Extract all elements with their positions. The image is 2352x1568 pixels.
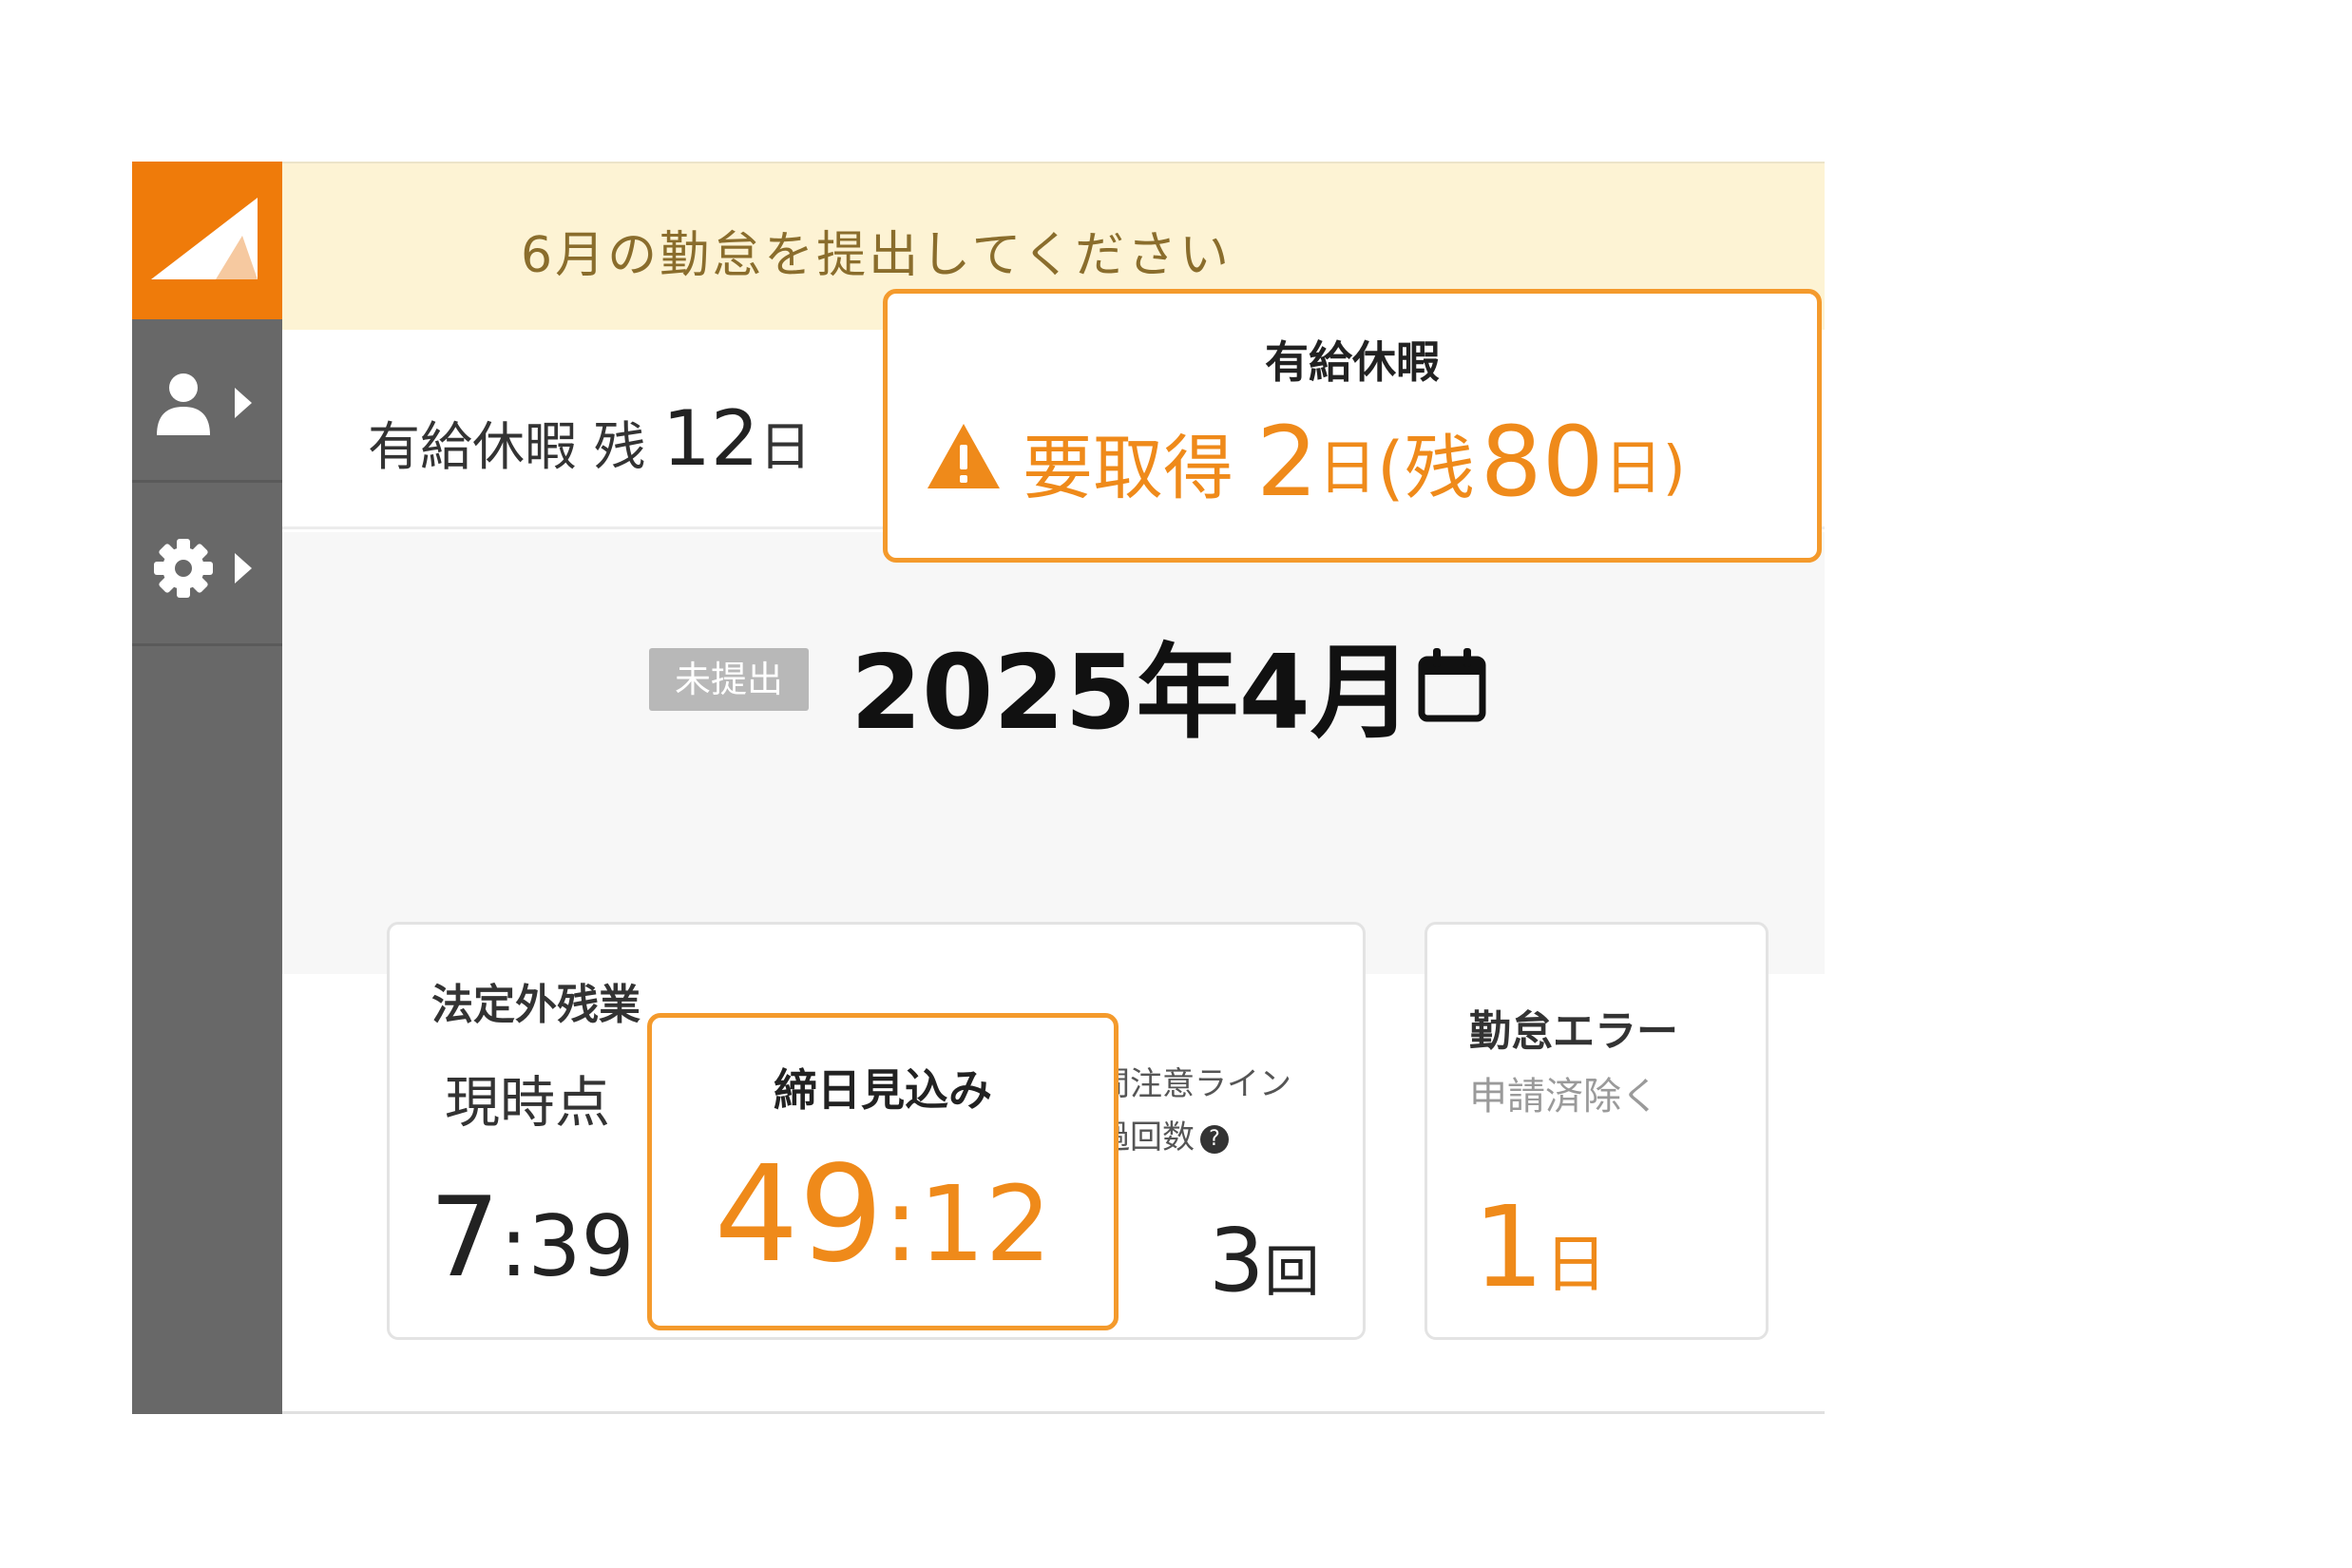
divider [282,1411,1825,1414]
caution-count-unit: 回 [1264,1239,1320,1304]
warning-icon [927,423,1000,488]
paid-leave-callout-content: 要取得 2日(残80日) [926,406,1686,519]
remaining-days: 80 [1480,406,1604,519]
caution-count-value: 3 [1209,1210,1265,1311]
attendance-error-card[interactable]: 勤怠エラー 申請済除く 1日 [1425,922,1769,1340]
error-subtitle: 申請済除く [1469,1075,1659,1119]
banner-text: 6月の勤怠を提出してください [521,227,1232,284]
sidebar [132,162,282,1414]
page-title: 2025年4月 [851,634,1413,753]
paid-leave-callout-title: 有給休暇 [1265,336,1440,388]
error-unit: 日 [1544,1228,1608,1301]
forecast-hours: 49 [714,1138,884,1292]
caret-right-icon [235,553,252,583]
paid-leave-summary: 有給休暇 残 12日 [368,394,812,483]
current-overtime-value: 7:39 [430,1174,634,1302]
paid-leave-callout: 有給休暇 要取得 2日(残80日) [883,289,1822,563]
caution-line-label: 間注意ライン 過回数? [1098,1058,1291,1164]
app-logo [151,198,258,279]
remaining-open: (残 [1376,428,1475,509]
required-unit: 日 [1317,432,1377,503]
overtime-title: 法定外残業 [431,981,641,1029]
paid-leave-unit: 日 [758,416,812,477]
paid-leave-label: 有給休暇 残 [368,416,646,477]
sidebar-item-users[interactable] [132,319,282,483]
forecast-minutes: :12 [883,1163,1052,1285]
error-count: 1日 [1473,1181,1607,1312]
app-window: 6月の勤怠を提出してください 有給休暇 残 12日 未提出 2025年4月 法定… [132,162,1825,1414]
sidebar-item-settings[interactable] [132,483,282,646]
current-label: 現時点 [445,1070,611,1135]
caution-line-label-1: 間注意ライン [1098,1065,1291,1103]
status-badge: 未提出 [649,648,809,711]
calendar-icon[interactable] [1418,648,1486,722]
caret-right-icon [235,388,252,418]
logo[interactable] [132,162,282,319]
current-hours: 7 [430,1174,500,1302]
user-icon [157,373,252,435]
gear-icon [154,539,252,598]
paid-leave-remaining: 12 [661,394,759,483]
closing-forecast-callout: 締日見込み 49:12 [647,1013,1119,1330]
error-title: 勤怠エラー [1469,1007,1678,1056]
required-days: 2 [1256,406,1318,519]
remaining-unit: 日) [1603,432,1686,503]
error-value: 1 [1473,1181,1545,1312]
current-minutes: :39 [499,1197,635,1295]
forecast-value: 49:12 [652,1138,1114,1292]
period-header: 未提出 2025年4月 [282,532,1825,974]
caution-line-count: 3回 [1209,1210,1320,1311]
forecast-title: 締日見込み [774,1064,992,1116]
required-label: 要取得 [1023,428,1233,509]
help-icon[interactable]: ? [1200,1124,1229,1154]
